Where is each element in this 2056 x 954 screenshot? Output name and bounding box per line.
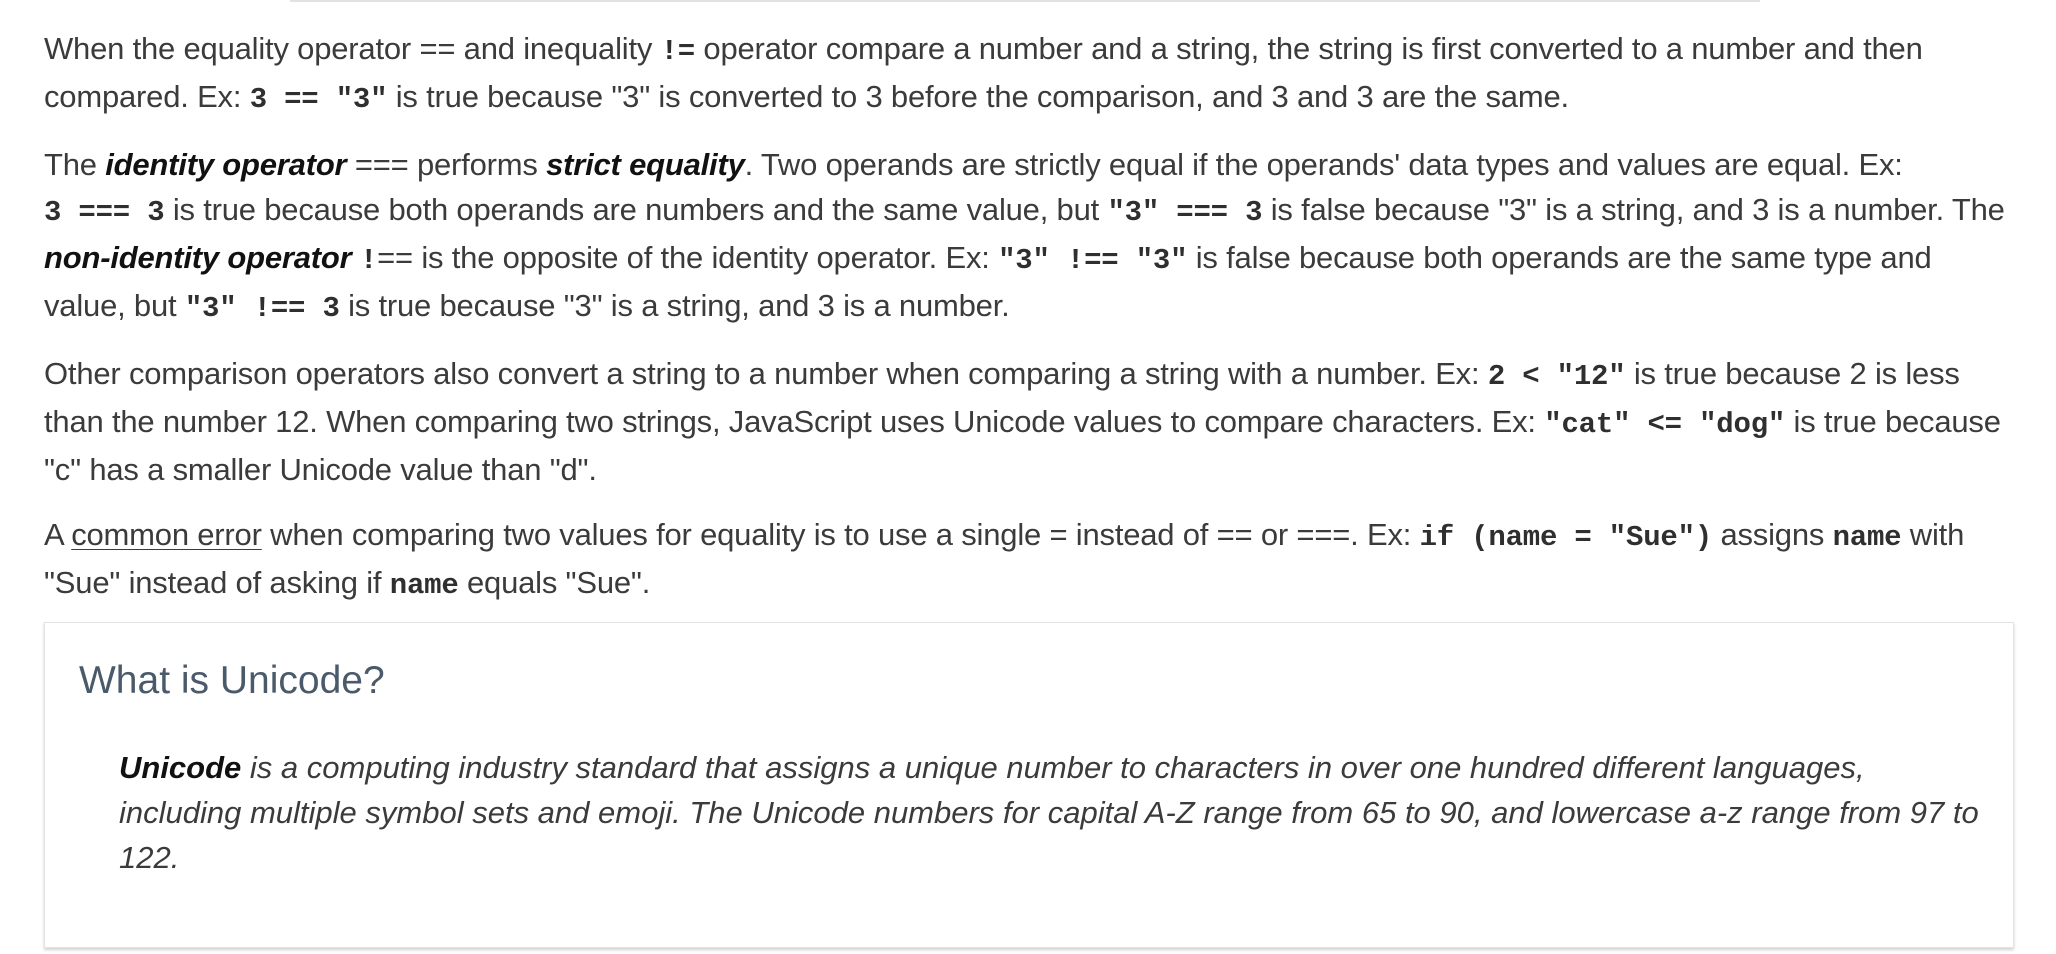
text: is true because "3" is converted to 3 be… — [387, 79, 1569, 114]
code-example: if (name = "Sue") — [1419, 521, 1713, 554]
term-non-identity-operator: non-identity operator — [44, 240, 352, 275]
text: equals "Sue". — [458, 565, 651, 600]
paragraph-comparison: Other comparison operators also convert … — [44, 351, 2014, 492]
code-variable: name — [1832, 521, 1902, 554]
note-text: is a computing industry standard that as… — [119, 750, 1979, 875]
text: == is the opposite of the identity opera… — [377, 240, 999, 275]
text: When the equality operator == and inequa… — [44, 31, 661, 66]
text: is false because "3" is a string, and 3 … — [1262, 192, 2005, 227]
paragraph-equality: When the equality operator == and inequa… — [44, 26, 2014, 122]
code-example: "cat" <= "dog" — [1544, 408, 1786, 441]
text: . Two operands are strictly equal if the… — [744, 147, 1903, 182]
code-example: 3 === 3 — [44, 196, 165, 229]
text: The — [44, 147, 106, 182]
term-unicode: Unicode — [119, 750, 242, 785]
text — [352, 240, 360, 275]
text: assigns — [1712, 517, 1833, 552]
text: Other comparison operators also convert … — [44, 356, 1488, 391]
paragraph-identity: The identity operator === performs stric… — [44, 142, 2014, 331]
top-divider — [290, 0, 1760, 2]
code-inequality-operator: != — [660, 35, 696, 68]
code-example: 3 == "3" — [249, 83, 388, 116]
code-variable: name — [389, 569, 459, 602]
text: A — [44, 517, 72, 552]
paragraph-common-error: A common error when comparing two values… — [44, 512, 2014, 608]
note-title: What is Unicode? — [79, 659, 385, 702]
code-example: "3" !== "3" — [998, 244, 1188, 277]
term-identity-operator: identity operator — [105, 147, 347, 182]
code-example: "3" === 3 — [1107, 196, 1263, 229]
term-strict-equality: strict equality — [546, 147, 745, 182]
text: when comparing two values for equality i… — [261, 517, 1420, 552]
note-body: Unicode is a computing industry standard… — [119, 745, 1979, 880]
text: === performs — [346, 147, 547, 182]
common-error-link[interactable]: common error — [71, 517, 262, 552]
text: is true because both operands are number… — [164, 192, 1108, 227]
main-content: When the equality operator == and inequa… — [44, 26, 2014, 628]
code-example: 2 < "12" — [1487, 360, 1626, 393]
code-example: "3" !== 3 — [184, 292, 340, 325]
unicode-note-box: What is Unicode? Unicode is a computing … — [44, 622, 2014, 948]
code-operator: ! — [359, 244, 378, 277]
text: is true because "3" is a string, and 3 i… — [339, 288, 1010, 323]
